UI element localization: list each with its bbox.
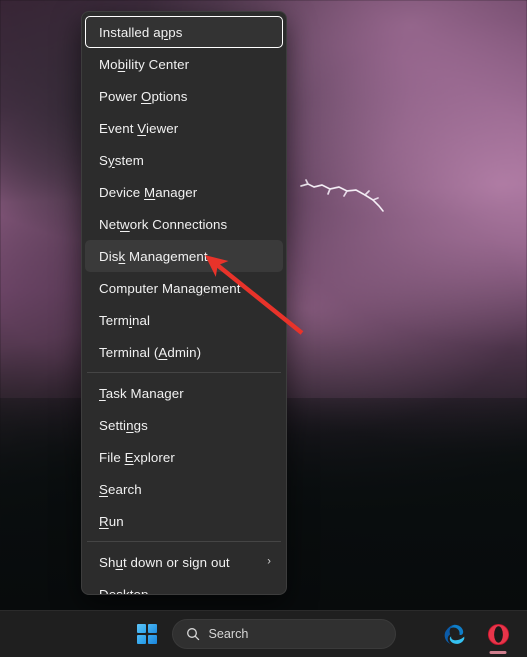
menu-item-label: Desktop [99,586,149,595]
taskbar: Search [0,610,527,657]
windows-logo-square-2 [147,624,157,633]
menu-item-disk-management[interactable]: Disk Management [85,240,283,272]
menu-item-label: Terminal (Admin) [99,344,202,360]
menu-item-label: Device Manager [99,184,198,200]
desktop-screen: Installed apps Mobility Center Power Optio… [0,0,527,657]
menu-item-label: Installed apps [99,24,183,40]
menu-item-label: Task Manager [99,385,184,401]
menu-item-label: Computer Management [99,280,241,296]
menu-item-task-manager[interactable]: Task Manager [85,377,283,409]
windows-logo-square-4 [147,635,157,644]
menu-item-label: Disk Management [99,248,208,264]
menu-item-installed-apps[interactable]: Installed apps [85,16,283,48]
menu-item-computer-management[interactable]: Computer Management [85,272,283,304]
menu-item-label: Mobility Center [99,56,190,72]
taskbar-app-group [439,611,513,657]
menu-item-desktop[interactable]: Desktop [85,578,283,595]
menu-item-label: Terminal [99,312,151,328]
menu-item-label: Shut down or sign out [99,554,230,570]
menu-item-mobility-center[interactable]: Mobility Center [85,48,283,80]
windows-logo-icon [136,624,157,644]
windows-logo-square-3 [136,635,146,644]
menu-item-label: Settings [99,417,148,433]
menu-item-label: Run [99,513,124,529]
menu-item-label: Event Viewer [99,120,179,136]
menu-item-label: Power Options [99,88,188,104]
windows-logo-square-1 [136,624,146,633]
menu-item-label: Search [99,481,142,497]
menu-item-search[interactable]: Search [85,473,283,505]
edge-icon [444,624,464,644]
taskbar-app-microsoft-edge[interactable] [439,611,469,657]
menu-item-network-connections[interactable]: Network Connections [85,208,283,240]
power-user-context-menu[interactable]: Installed apps Mobility Center Power Optio… [81,11,287,595]
taskbar-search-box[interactable]: Search [171,619,396,649]
menu-item-system[interactable]: System [85,144,283,176]
menu-item-terminal[interactable]: Terminal [85,304,283,336]
menu-item-label: System [99,152,144,168]
menu-item-label: Network Connections [99,216,228,232]
start-button[interactable] [132,619,162,649]
search-icon [186,628,199,641]
menu-item-power-options[interactable]: Power Options [85,80,283,112]
menu-item-shut-down-or-sign-out[interactable]: Shut down or sign out › [85,546,283,578]
opera-running-indicator [489,651,507,654]
menu-item-file-explorer[interactable]: File Explorer [85,441,283,473]
menu-item-device-manager[interactable]: Device Manager [85,176,283,208]
menu-item-terminal-admin[interactable]: Terminal (Admin) [85,336,283,368]
menu-item-run[interactable]: Run [85,505,283,537]
menu-separator [87,541,281,542]
taskbar-app-opera[interactable] [483,611,513,657]
menu-item-label: File Explorer [99,449,175,465]
menu-item-event-viewer[interactable]: Event Viewer [85,112,283,144]
chevron-right-icon: › [267,555,271,568]
search-placeholder: Search [208,627,249,641]
opera-icon [487,623,509,645]
menu-item-settings[interactable]: Settings [85,409,283,441]
menu-separator [87,372,281,373]
